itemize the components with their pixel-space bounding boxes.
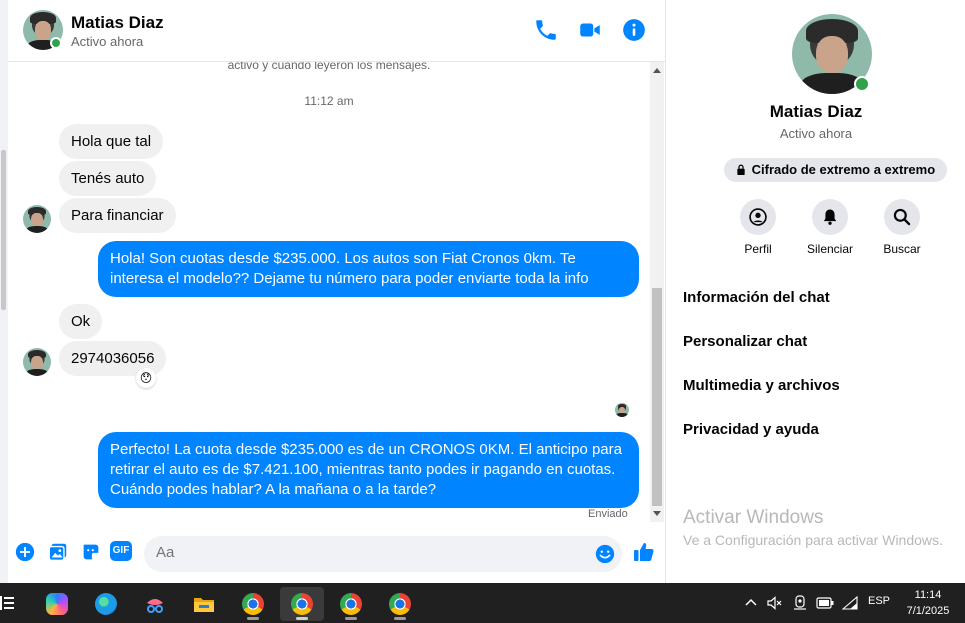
encryption-badge[interactable]: Cifrado de extremo a extremo	[724, 158, 948, 182]
copilot-taskbar-button[interactable]	[35, 587, 79, 621]
read-receipt-note: activo y cuándo leyeron los mensajes.	[227, 62, 431, 72]
menu-chat-info[interactable]: Información del chat	[683, 289, 830, 306]
chat-pane: Matias Diaz Activo ahora activo y cuándo…	[8, 0, 666, 583]
profile-status: Activo ahora	[779, 126, 853, 141]
search-icon	[893, 208, 911, 226]
incoming-message[interactable]: Para financiar	[59, 198, 176, 233]
language-indicator[interactable]: ESP	[868, 595, 890, 607]
running-indicator	[296, 617, 308, 620]
video-call-icon[interactable]	[577, 17, 603, 43]
user-circle-icon	[749, 208, 767, 226]
running-indicator	[394, 617, 406, 620]
chevron-up-icon[interactable]	[745, 597, 757, 609]
chrome-icon	[389, 593, 411, 615]
scroll-up-arrow-icon[interactable]	[653, 68, 661, 73]
chrome-profile-taskbar-button[interactable]	[280, 587, 324, 621]
snipping-tool-icon	[147, 599, 163, 613]
taskbar-clock[interactable]: 11:14 7/1/2025	[900, 587, 956, 619]
like-icon[interactable]	[632, 540, 656, 564]
incoming-message[interactable]: Ok	[59, 304, 103, 339]
message-input[interactable]	[156, 544, 576, 561]
plus-circle-icon[interactable]	[14, 541, 36, 563]
chrome-taskbar-button[interactable]	[231, 587, 275, 621]
reaction-badge[interactable]: 😯	[136, 368, 156, 388]
scroll-thumb[interactable]	[652, 288, 662, 506]
running-indicator	[345, 617, 357, 620]
camera-privacy-icon[interactable]	[793, 595, 807, 611]
sender-avatar[interactable]	[23, 348, 51, 376]
file-explorer-taskbar-button[interactable]	[182, 587, 226, 621]
profile-action[interactable]: Perfil	[728, 199, 788, 256]
encryption-label: Cifrado de extremo a extremo	[751, 162, 936, 177]
folder-icon	[194, 598, 214, 612]
message-timestamp: 11:12 am	[304, 94, 354, 108]
chrome-icon	[242, 593, 264, 615]
message-input-box[interactable]	[144, 536, 622, 572]
chat-info-panel: Matias Diaz Activo ahora Cifrado de extr…	[667, 0, 965, 583]
windows-taskbar: ESP 11:14 7/1/2025	[0, 583, 965, 623]
left-scroll-edge	[0, 0, 8, 583]
clock-time: 11:14	[914, 589, 942, 601]
sticker-icon[interactable]	[80, 541, 102, 563]
incoming-message[interactable]: Tenés auto	[59, 161, 157, 196]
scroll-down-arrow-icon[interactable]	[653, 511, 661, 516]
profile-name: Matias Diaz	[769, 102, 863, 121]
snipping-tool-taskbar-button[interactable]	[133, 587, 177, 621]
search-action-label: Buscar	[883, 242, 921, 256]
menu-media-files[interactable]: Multimedia y archivos	[683, 377, 840, 394]
task-view-icon[interactable]	[0, 594, 16, 612]
chat-header: Matias Diaz Activo ahora	[8, 0, 666, 62]
activation-watermark-subtitle: Ve a Configuración para activar Windows.	[683, 532, 943, 548]
photo-icon[interactable]	[47, 541, 69, 563]
message-list[interactable]: activo y cuándo leyeron los mensajes. 11…	[8, 62, 650, 522]
composer: GIF	[8, 530, 666, 578]
outgoing-message[interactable]: Perfecto! La cuota desde $235.000 es de …	[98, 432, 639, 508]
menu-customize-chat[interactable]: Personalizar chat	[683, 333, 807, 350]
contact-name[interactable]: Matias Diaz	[71, 13, 164, 33]
mute-action[interactable]: Silenciar	[800, 199, 860, 256]
delivery-status: Enviado	[588, 508, 628, 520]
chrome-profile-t-taskbar-button[interactable]	[378, 587, 422, 621]
copilot-icon	[46, 593, 68, 615]
menu-privacy-help[interactable]: Privacidad y ayuda	[683, 421, 819, 438]
gif-icon[interactable]: GIF	[110, 541, 132, 561]
lock-icon	[737, 164, 745, 175]
activation-watermark-title: Activar Windows	[683, 507, 824, 528]
chrome-icon	[291, 593, 313, 615]
left-scroll-thumb[interactable]	[1, 150, 6, 310]
battery-icon[interactable]	[816, 597, 834, 609]
mute-action-label: Silenciar	[806, 242, 854, 256]
edge-icon	[95, 593, 117, 615]
online-indicator	[50, 37, 62, 49]
emoji-icon[interactable]	[594, 543, 616, 565]
bell-icon	[823, 209, 837, 225]
phone-icon[interactable]	[533, 17, 559, 43]
sender-avatar[interactable]	[23, 205, 51, 233]
clock-date: 7/1/2025	[906, 605, 950, 617]
outgoing-message[interactable]: Hola! Son cuotas desde $235.000. Los aut…	[98, 241, 639, 297]
edge-taskbar-button[interactable]	[84, 587, 128, 621]
contact-status: Activo ahora	[71, 34, 144, 49]
screen: Matias Diaz Activo ahora activo y cuándo…	[0, 0, 965, 623]
chrome-icon	[340, 593, 362, 615]
wifi-icon[interactable]	[842, 596, 858, 610]
info-icon[interactable]	[621, 17, 647, 43]
speaker-muted-icon[interactable]	[767, 596, 782, 610]
online-indicator	[854, 76, 870, 92]
message-scrollbar[interactable]	[650, 62, 664, 522]
profile-action-label: Perfil	[744, 242, 772, 256]
chrome-profile-v-taskbar-button[interactable]	[329, 587, 373, 621]
running-indicator	[247, 617, 259, 620]
seen-avatar-indicator	[615, 403, 629, 417]
search-action[interactable]: Buscar	[872, 199, 932, 256]
incoming-message[interactable]: Hola que tal	[59, 124, 164, 159]
